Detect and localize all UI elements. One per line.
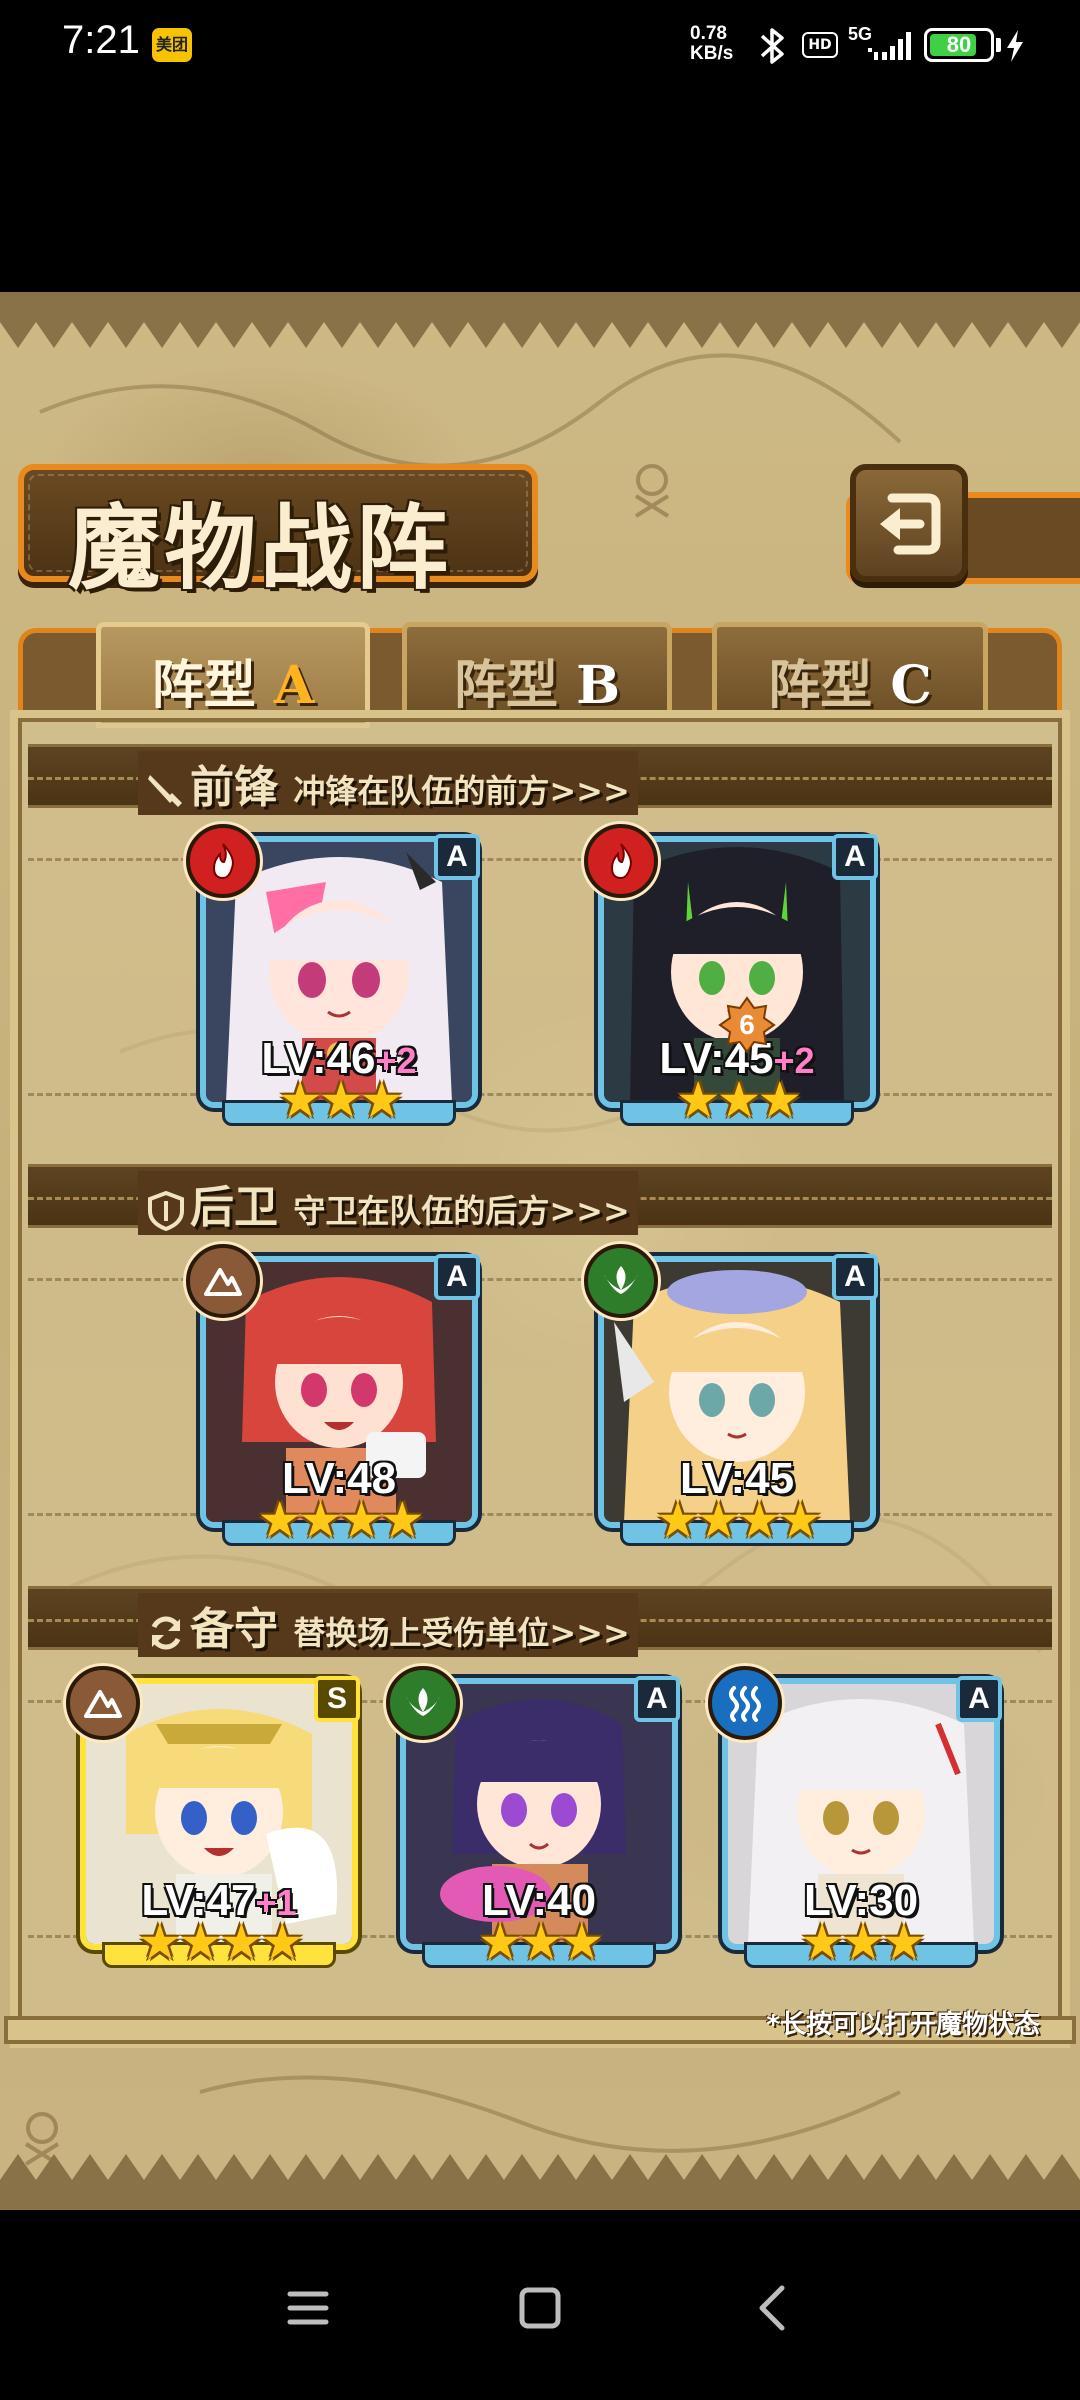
rank-badge: A (634, 1676, 680, 1722)
swap-icon (151, 1616, 181, 1649)
sword-icon (148, 774, 182, 807)
star-rating: ★★★★ (655, 1491, 822, 1549)
rank-badge: A (434, 834, 480, 880)
battery-icon: 80 (924, 28, 994, 62)
front-row (28, 826, 1052, 1126)
section-header-front: 前锋 冲锋在队伍的前方>>> (28, 744, 1052, 815)
hd-icon: HD (802, 32, 838, 58)
top-zigzag-border (0, 292, 1080, 348)
page-title: 魔物战阵 (68, 494, 453, 602)
section-header-reserve: 备守 替换场上受伤单位>>> (28, 1586, 1052, 1657)
bottom-zigzag-border (0, 2154, 1080, 2210)
rear-row (28, 1246, 1052, 1546)
section-title-rear: 后卫 守卫在队伍的后方>>> (138, 1171, 638, 1235)
rank-badge: A (434, 1254, 480, 1300)
shield-icon (148, 1190, 184, 1231)
monster-card-front-1[interactable]: LV:46+2 A ★★★ (186, 824, 480, 1129)
star-rating: ★★★ (477, 1913, 604, 1971)
tab-label: 阵型 C (768, 655, 932, 716)
section-title-reserve: 备守 替换场上受伤单位>>> (138, 1593, 638, 1657)
section-header-rear: 后卫 守卫在队伍的后方>>> (28, 1164, 1052, 1235)
tab-formation-b[interactable]: 阵型 B (402, 622, 672, 718)
monster-card-reserve-2[interactable]: LV:40 A ★★★ (386, 1666, 680, 1971)
skill-level-value: 6 (739, 1009, 755, 1040)
monster-card-rear-2[interactable]: LV:45 A ★★★★ (584, 1244, 878, 1549)
rank-badge: A (956, 1676, 1002, 1722)
charging-icon (1007, 30, 1023, 62)
star-rating: ★★★★ (137, 1913, 304, 1971)
system-nav-bar (0, 2210, 1080, 2400)
earth-element-icon (186, 1244, 260, 1318)
tab-label: 阵型 B (453, 655, 621, 716)
star-rating: ★★★ (799, 1913, 926, 1971)
title-plate: 魔物战阵 (18, 464, 538, 602)
monster-card-reserve-3[interactable]: LV:30 A ★★★ (708, 1666, 1002, 1971)
back-button[interactable] (850, 464, 968, 582)
wood-element-icon (386, 1666, 460, 1740)
section-title-front: 前锋 冲锋在队伍的前方>>> (138, 751, 638, 815)
rank-badge: A (832, 1254, 878, 1300)
game-screen: 魔物战阵 阵型 A 阵型 B 阵型 C 前锋 冲锋在队伍的前方>>> 后卫 守卫… (0, 292, 1080, 2210)
network-speed-value: 0.78 (690, 23, 727, 44)
monster-card-rear-1[interactable]: LV:48 A ★★★★ (186, 1244, 480, 1549)
back-icon[interactable] (732, 2268, 812, 2348)
meituan-notification-icon: 美团 (152, 28, 192, 62)
battery-tip (996, 38, 1001, 52)
water-element-icon (708, 1666, 782, 1740)
tab-label: 阵型 A (151, 655, 315, 716)
return-arrow-icon (880, 493, 941, 555)
tab-formation-c[interactable]: 阵型 C (712, 622, 988, 718)
status-time: 7:21 (62, 18, 140, 62)
earth-element-icon (66, 1666, 140, 1740)
fire-element-icon (186, 824, 260, 898)
monster-card-front-2[interactable]: LV:45+2 6 A ★★★ (584, 824, 878, 1129)
status-bar: 7:21 美团 0.78 KB/s HD 5G 80 (0, 0, 1080, 90)
rank-badge: A (832, 834, 878, 880)
network-speed: 0.78 KB/s (690, 24, 733, 64)
bluetooth-icon (760, 28, 784, 64)
star-rating: ★★★★ (257, 1491, 424, 1549)
fire-element-icon (584, 824, 658, 898)
star-rating: ★★★ (277, 1071, 404, 1129)
long-press-hint: *长按可以打开魔物状态 (766, 2010, 1040, 2040)
menu-icon[interactable] (268, 2268, 348, 2348)
rank-badge: S (314, 1676, 360, 1722)
network-speed-unit: KB/s (690, 43, 734, 64)
star-rating: ★★★ (675, 1071, 802, 1129)
monster-card-reserve-1[interactable]: LV:47+1 S ★★★★ (66, 1666, 360, 1971)
wood-element-icon (584, 1244, 658, 1318)
home-icon[interactable] (500, 2268, 580, 2348)
battery-level: 80 (946, 32, 972, 57)
signal-icon (868, 32, 911, 60)
skill-level-badge: 6 (718, 996, 776, 1054)
